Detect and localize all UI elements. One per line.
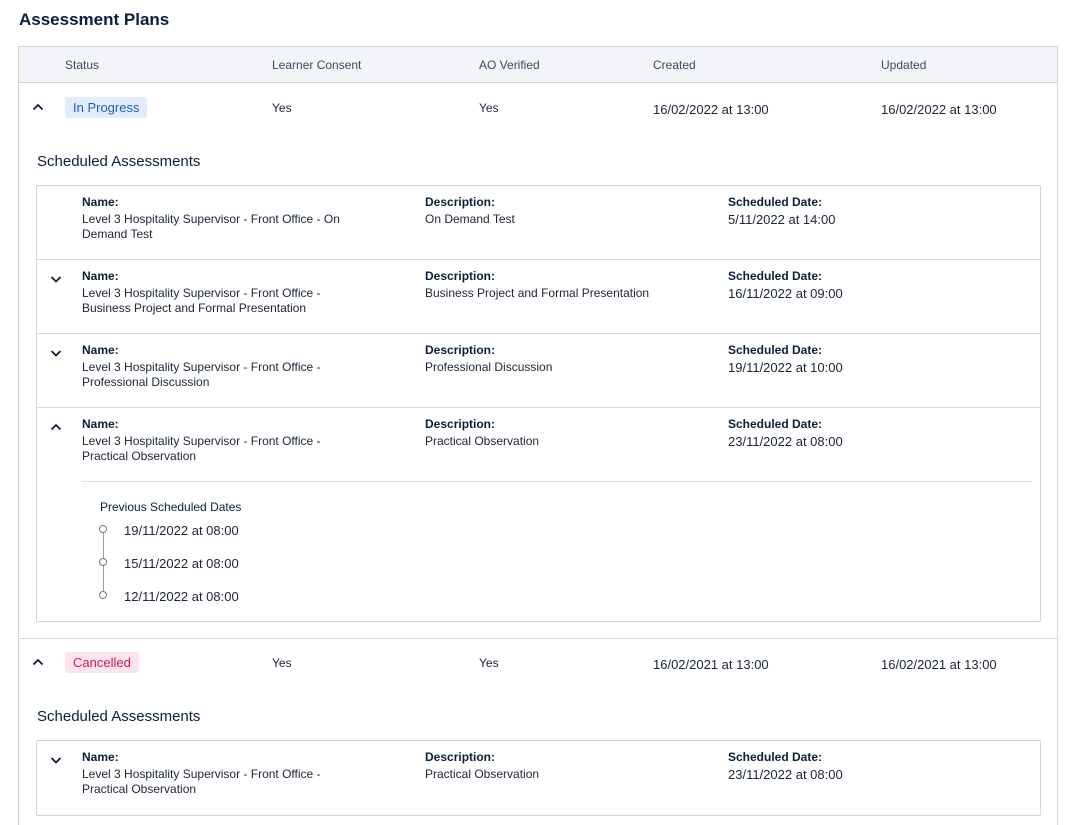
list-item: Name: Level 3 Hospitality Supervisor - F…: [37, 334, 1040, 408]
chevron-down-icon[interactable]: [48, 271, 64, 287]
list-item: Name: Level 3 Hospitality Supervisor - F…: [37, 186, 1040, 260]
chevron-down-icon[interactable]: [48, 752, 64, 768]
status-badge: Cancelled: [65, 652, 139, 673]
learner-consent-value: Yes: [272, 656, 292, 670]
description-value: Practical Observation: [425, 767, 540, 781]
scheduled-date-label: Scheduled Date:: [728, 750, 823, 764]
scheduled-date-value: 16/11/2022 at 09:00: [728, 286, 843, 301]
previous-date: 19/11/2022 at 08:00: [124, 523, 239, 538]
name-label: Name:: [82, 195, 119, 209]
timeline-dot-icon: [99, 558, 107, 566]
chevron-up-icon[interactable]: [30, 99, 46, 115]
description-label: Description:: [425, 750, 496, 764]
scheduled-date-value: 5/11/2022 at 14:00: [728, 212, 836, 227]
name-label: Name:: [82, 269, 119, 283]
list-item: Name: Level 3 Hospitality Supervisor - F…: [37, 260, 1040, 334]
table-header: Status Learner Consent AO Verified Creat…: [19, 47, 1057, 83]
scheduled-date-value: 23/11/2022 at 08:00: [728, 434, 843, 449]
divider: [19, 638, 1057, 639]
column-updated[interactable]: Updated: [881, 58, 926, 72]
timeline-dot-icon: [99, 591, 107, 599]
scheduled-assessments-title: Scheduled Assessments: [37, 153, 201, 170]
name-label: Name:: [82, 417, 119, 431]
scheduled-assessments-list: Name: Level 3 Hospitality Supervisor - F…: [36, 185, 1041, 622]
name-value: Level 3 Hospitality Supervisor - Front O…: [82, 767, 321, 796]
page-title: Assessment Plans: [19, 10, 170, 29]
name-label: Name:: [82, 343, 119, 357]
name-value: Level 3 Hospitality Supervisor - Front O…: [82, 434, 321, 463]
list-item-expanded: Name: Level 3 Hospitality Supervisor - F…: [37, 408, 1040, 622]
chevron-down-icon[interactable]: [48, 345, 64, 361]
description-label: Description:: [425, 195, 496, 209]
timeline-dot-icon: [99, 525, 107, 533]
name-value: Level 3 Hospitality Supervisor - Front O…: [82, 286, 321, 315]
description-label: Description:: [425, 343, 496, 357]
learner-consent-value: Yes: [272, 101, 292, 115]
list-item: Name: Level 3 Hospitality Supervisor - F…: [37, 741, 1040, 815]
description-value: On Demand Test: [425, 212, 515, 226]
description-label: Description:: [425, 269, 496, 283]
description-value: Business Project and Formal Presentation: [425, 286, 650, 300]
assessment-plans-table: Status Learner Consent AO Verified Creat…: [18, 46, 1058, 825]
created-value: 16/02/2022 at 13:00: [653, 102, 769, 117]
chevron-up-icon[interactable]: [30, 654, 46, 670]
updated-value: 16/02/2021 at 13:00: [881, 657, 997, 672]
scheduled-date-value: 23/11/2022 at 08:00: [728, 767, 843, 782]
ao-verified-value: Yes: [479, 101, 499, 115]
description-label: Description:: [425, 417, 496, 431]
scheduled-date-label: Scheduled Date:: [728, 195, 823, 209]
chevron-up-icon[interactable]: [48, 419, 64, 435]
column-learner-consent[interactable]: Learner Consent: [272, 58, 361, 72]
column-status[interactable]: Status: [65, 58, 99, 72]
scheduled-date-label: Scheduled Date:: [728, 417, 823, 431]
previous-date: 15/11/2022 at 08:00: [124, 556, 239, 571]
description-value: Practical Observation: [425, 434, 540, 448]
created-value: 16/02/2021 at 13:00: [653, 657, 769, 672]
scheduled-date-label: Scheduled Date:: [728, 343, 823, 357]
scheduled-date-value: 19/11/2022 at 10:00: [728, 360, 843, 375]
name-value: Level 3 Hospitality Supervisor - Front O…: [82, 212, 340, 241]
name-value: Level 3 Hospitality Supervisor - Front O…: [82, 360, 321, 389]
previous-date: 12/11/2022 at 08:00: [124, 589, 239, 604]
scheduled-assessments-list: Name: Level 3 Hospitality Supervisor - F…: [36, 740, 1041, 816]
column-created[interactable]: Created: [653, 58, 696, 72]
description-value: Professional Discussion: [425, 360, 553, 374]
divider: [82, 481, 1031, 482]
updated-value: 16/02/2022 at 13:00: [881, 102, 997, 117]
column-ao-verified[interactable]: AO Verified: [479, 58, 540, 72]
ao-verified-value: Yes: [479, 656, 499, 670]
scheduled-assessments-title: Scheduled Assessments: [37, 708, 201, 725]
previous-dates-title: Previous Scheduled Dates: [100, 500, 242, 514]
name-label: Name:: [82, 750, 119, 764]
status-badge: In Progress: [65, 97, 148, 118]
scheduled-date-label: Scheduled Date:: [728, 269, 823, 283]
